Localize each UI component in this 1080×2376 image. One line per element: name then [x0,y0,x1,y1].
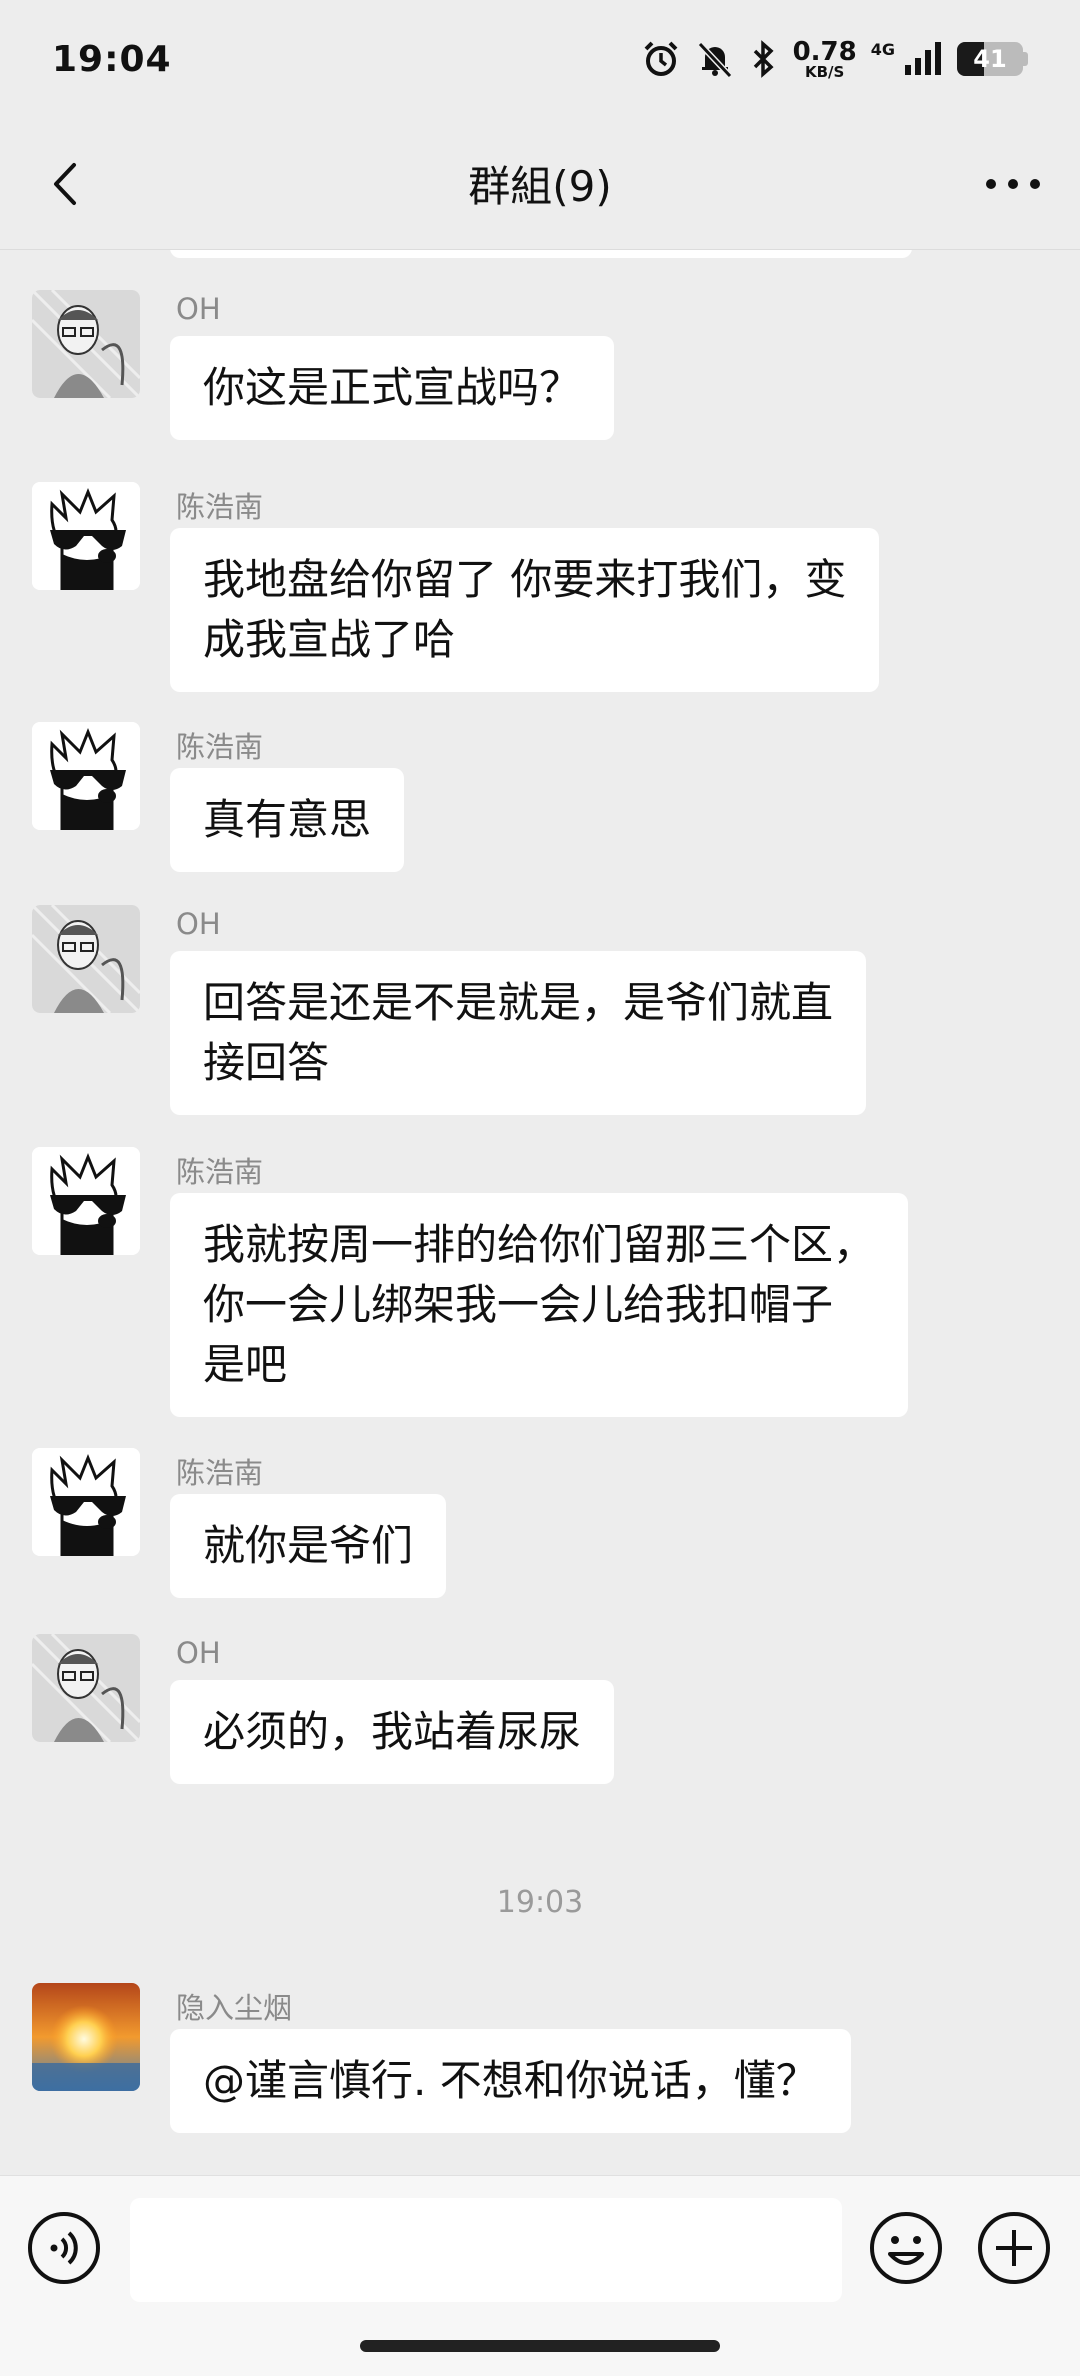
chevron-left-icon [54,163,76,205]
status-time: 19:04 [52,38,172,80]
sender-name: OH [176,292,221,326]
message-bubble[interactable]: 我地盘给你留了 你要来打我们，变 成我宣战了哈 [170,528,880,692]
avatar[interactable] [32,1147,140,1255]
message-input[interactable] [130,2198,842,2302]
net-speed: 0.78 KB/S [792,36,857,81]
message-text: 成我宣战了哈 [203,615,456,664]
bluetooth-icon [749,39,779,79]
message-text: 我地盘给你留了 你要来打我们，变 [203,555,847,604]
partial-message-bubble [170,250,912,258]
message-timestamp: 19:03 [496,1885,584,1920]
more-functions-button[interactable] [976,2210,1052,2286]
sender-name: 隐入尘烟 [176,1991,293,2025]
plus-icon [978,2212,1050,2284]
message-text: 真有意思 [203,795,372,844]
sender-name: 陈浩南 [176,1155,264,1189]
signal-icon [903,41,943,77]
home-indicator[interactable] [360,2340,720,2352]
status-icons: 0.78 KB/S 4G 41 [641,39,1028,80]
message-bubble[interactable]: 你这是正式宣战吗？ [170,336,615,440]
sender-name: 陈浩南 [176,730,264,764]
sender-name: 陈浩南 [176,490,264,524]
avatar[interactable] [32,482,140,590]
alarm-icon [641,39,681,79]
message-bubble[interactable]: 就你是爷们 [170,1494,447,1598]
mute-bell-icon [695,39,735,79]
avatar[interactable] [32,1448,140,1556]
message-text: 你这是正式宣战吗？ [203,363,582,412]
avatar[interactable] [32,1634,140,1742]
battery-icon: 41 [957,42,1028,76]
message-text: 我就按周一排的给你们留那三个区， [203,1220,876,1269]
status-bar: 19:04 0.78 KB/S 4G 41 [0,0,1080,118]
message-bubble[interactable]: 真有意思 [170,768,405,872]
nav-bar: 群組(9) [0,118,1080,250]
back-button[interactable] [36,154,96,214]
avatar[interactable] [32,1983,140,2091]
message-text: 必须的，我站着尿尿 [203,1707,582,1756]
emoji-button[interactable] [868,2210,944,2286]
avatar[interactable] [32,722,140,830]
more-dots-icon [986,179,1040,189]
voice-button[interactable] [26,2210,102,2286]
message-bubble[interactable]: 回答是还是不是就是，是爷们就直 接回答 [170,951,867,1115]
sender-name: 陈浩南 [176,1456,264,1490]
message-text: 是吧 [203,1340,288,1389]
avatar[interactable] [32,290,140,398]
sender-name: OH [176,1636,221,1670]
message-bubble[interactable]: @谨言慎行. 不想和你说话，懂？ [170,2029,851,2133]
message-bubble[interactable]: 必须的，我站着尿尿 [170,1680,615,1784]
message-text: 接回答 [203,1038,330,1087]
voice-icon [28,2212,100,2284]
chat-title: 群組(9) [468,162,612,211]
message-text: 你一会儿绑架我一会儿给我扣帽子 [203,1280,834,1329]
emoji-icon [870,2212,942,2284]
message-text: @谨言慎行. 不想和你说话，懂？ [203,2056,818,2105]
avatar[interactable] [32,905,140,1013]
more-button[interactable] [978,154,1048,214]
message-text: 回答是还是不是就是，是爷们就直 [203,978,834,1027]
message-text: 就你是爷们 [203,1521,414,1570]
message-bubble[interactable]: 我就按周一排的给你们留那三个区， 你一会儿绑架我一会儿给我扣帽子 是吧 [170,1193,909,1417]
network-type: 4G [870,40,895,59]
sender-name: OH [176,907,221,941]
message-list[interactable]: OH 你这是正式宣战吗？ 陈浩南 我地盘给你留了 你要来打我们，变 成我宣战了哈 陈浩南真… [0,250,1080,2175]
